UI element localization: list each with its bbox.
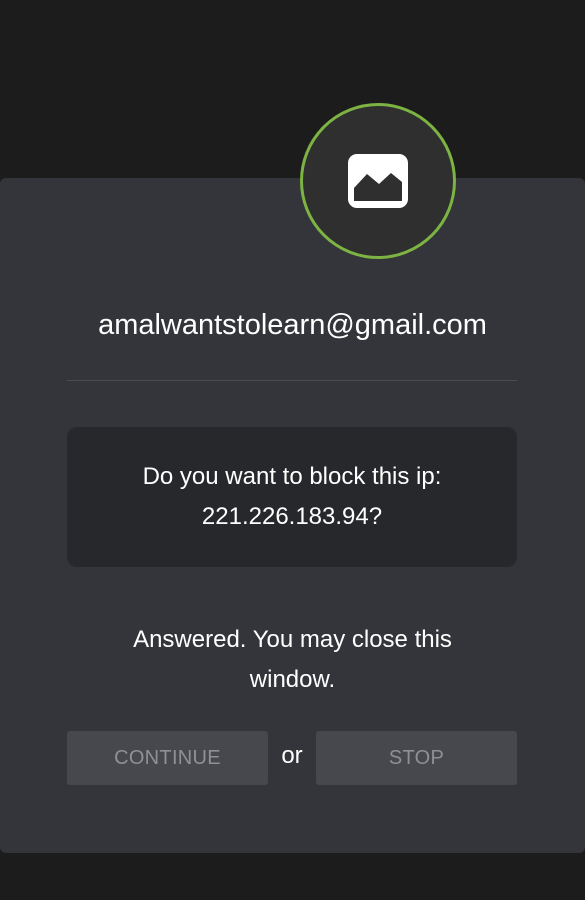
account-email: amalwantstolearn@gmail.com (98, 309, 487, 341)
continue-button[interactable]: CONTINUE (67, 731, 268, 785)
or-separator: or (281, 742, 303, 769)
page: amalwantstolearn@gmail.com Do you want t… (0, 0, 585, 900)
status-message: Answered. You may close this window. (133, 626, 452, 693)
question-box: Do you want to block this ip: 221.226.18… (67, 427, 517, 567)
divider (67, 380, 517, 381)
question-text: Do you want to block this ip: (142, 463, 442, 490)
image-icon (348, 154, 408, 208)
stop-button[interactable]: STOP (316, 731, 517, 785)
ip-address: 221.226.183.94? (201, 503, 383, 530)
avatar (300, 103, 456, 259)
